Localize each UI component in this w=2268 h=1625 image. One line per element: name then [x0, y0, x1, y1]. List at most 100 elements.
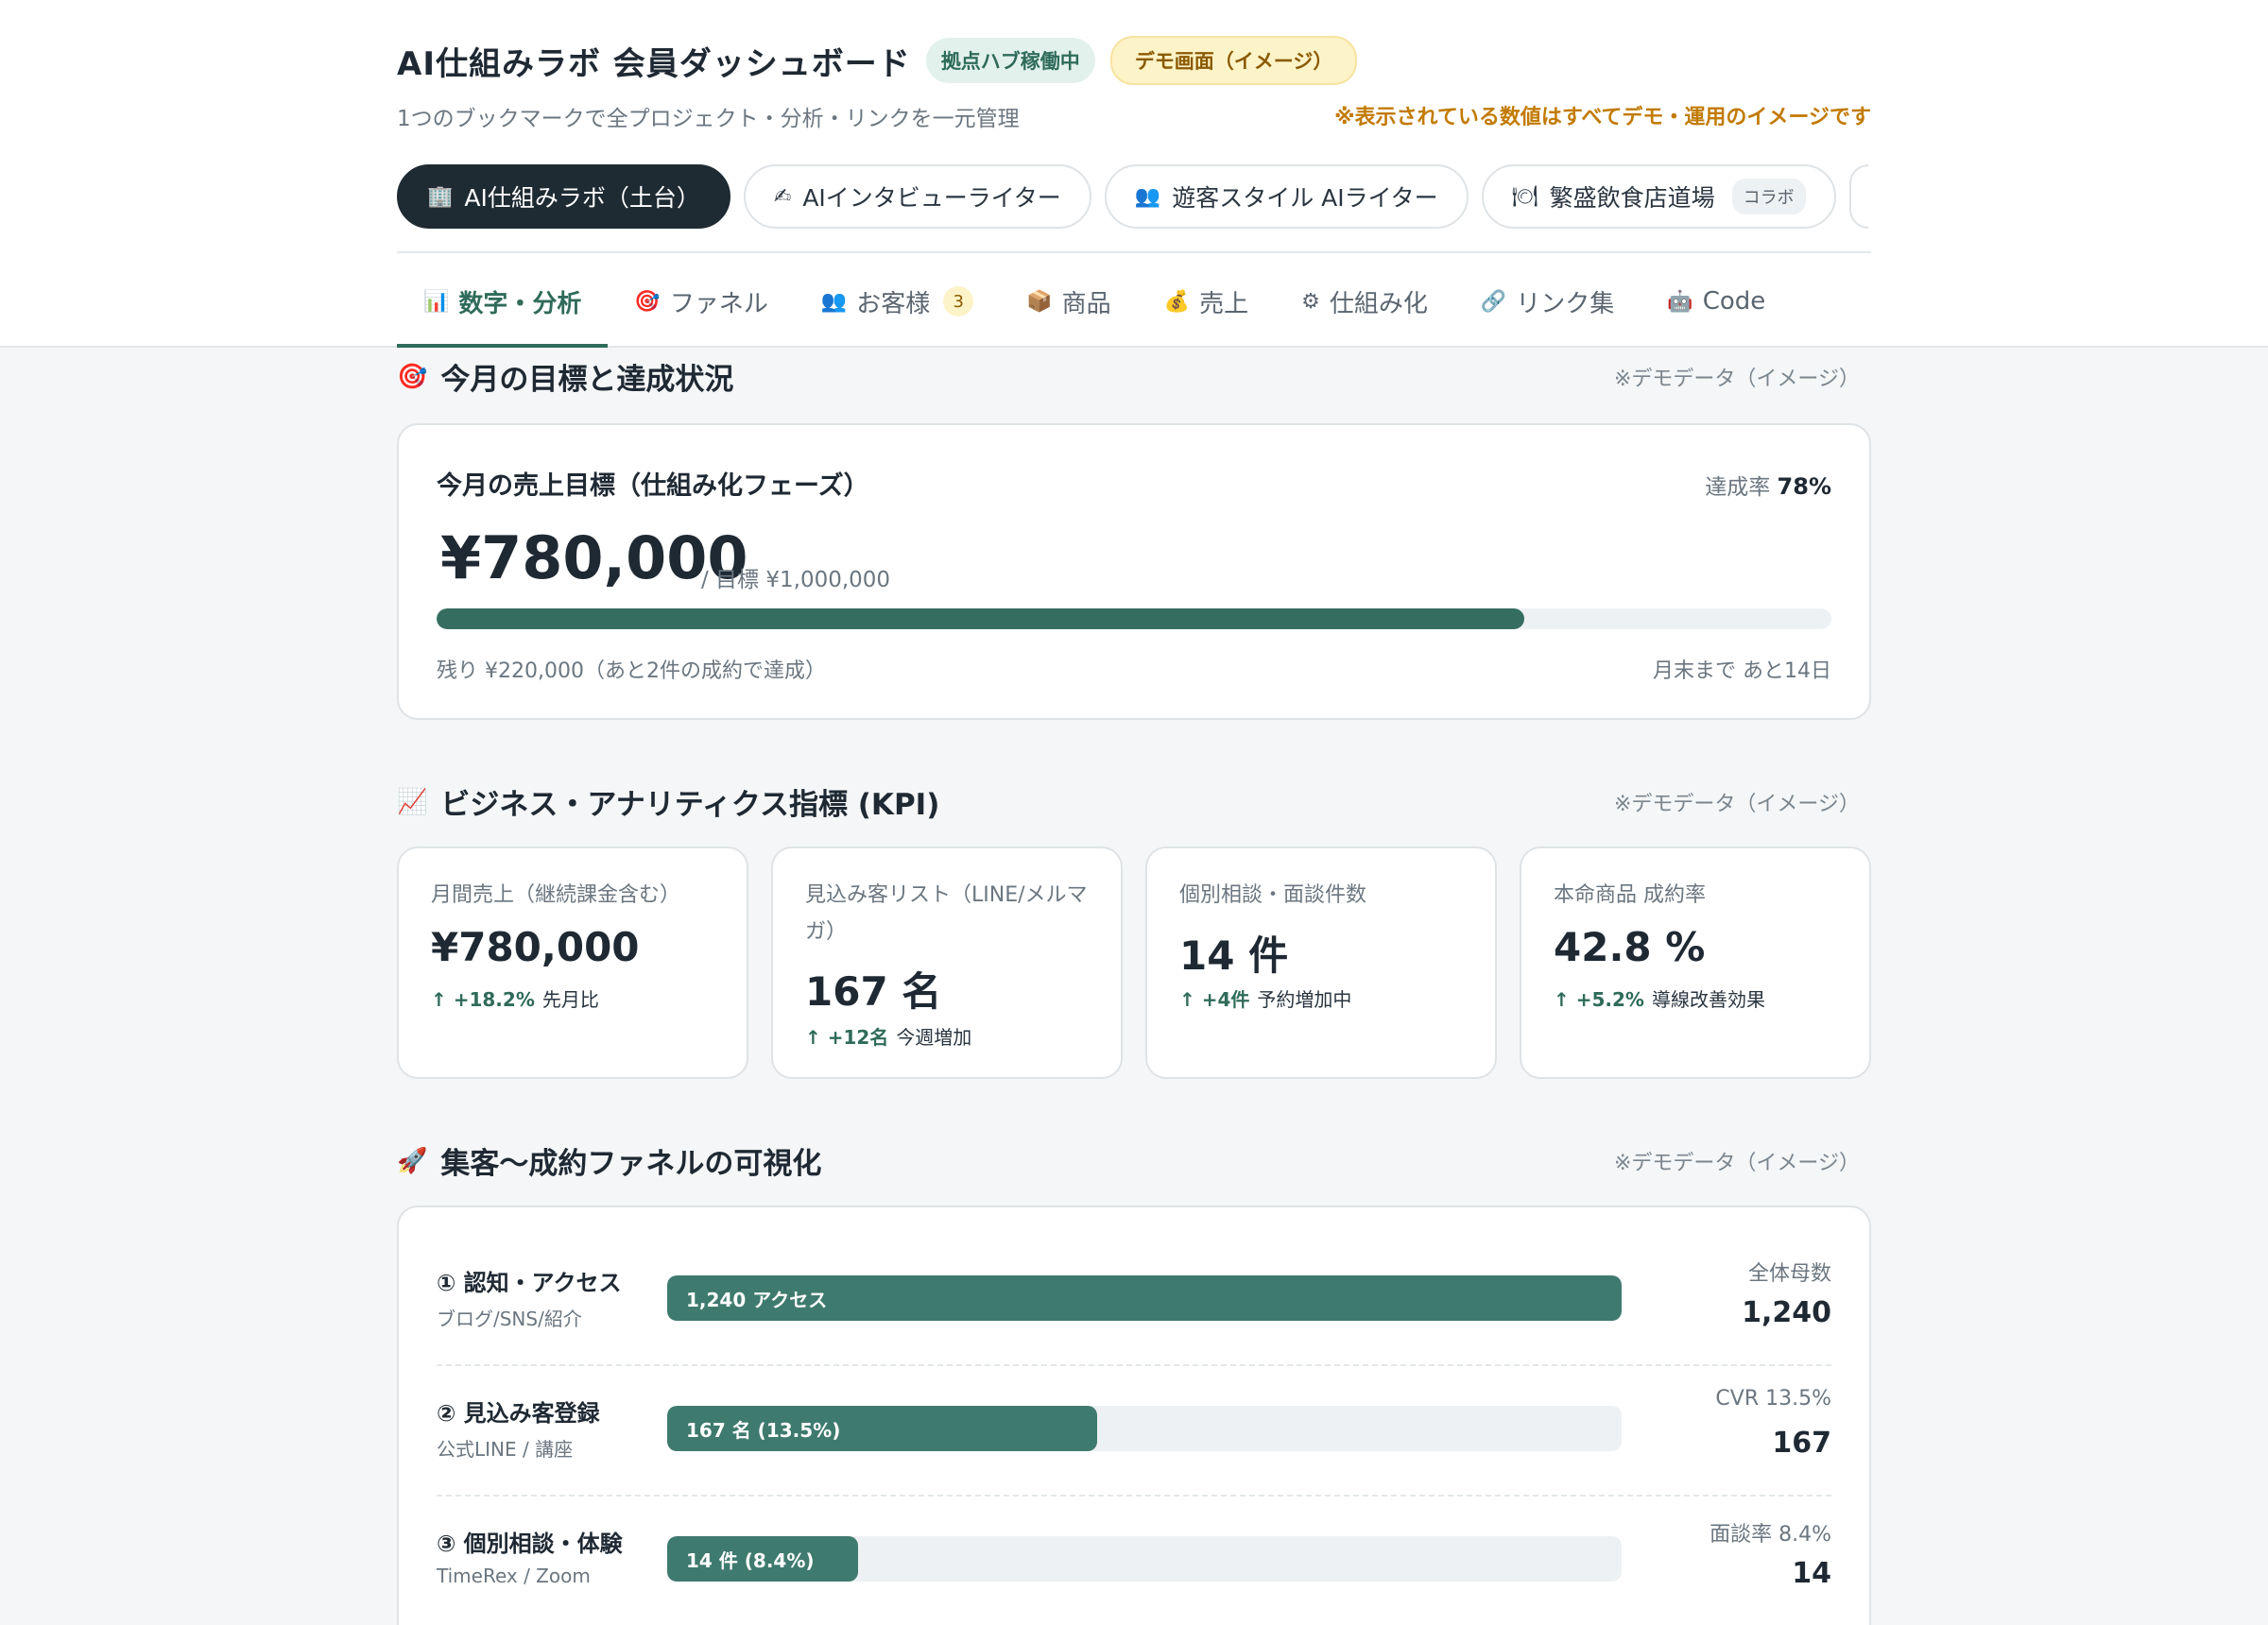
chart-increasing-icon: 📈 — [397, 787, 428, 816]
kpi-section-header: 📈 ビジネス・アナリティクス指標 (KPI) ※デモデータ（イメージ） — [397, 780, 1871, 823]
demo-data-note: ※デモデータ（イメージ） — [1614, 1151, 1860, 1175]
goal-progress-bar — [437, 608, 1831, 629]
tab-sales[interactable]: 💰 売上 — [1138, 255, 1275, 348]
achievement-rate: 達成率 78% — [1705, 469, 1831, 501]
demo-notice: ※表示されている数値はすべてデモ・運用のイメージです — [1334, 106, 1871, 129]
project-tab-label: 遊客スタイル AIライター — [1172, 184, 1438, 212]
achievement-rate-value: 78% — [1777, 473, 1831, 500]
demo-data-note: ※デモデータ（イメージ） — [1614, 792, 1860, 816]
collab-badge: コラボ — [1731, 179, 1806, 214]
project-tab-yukaku-writer[interactable]: 👥 遊客スタイル AIライター — [1104, 164, 1469, 229]
tab-label: お客様 — [856, 289, 931, 318]
customer-count-badge: 3 — [943, 286, 974, 316]
kpi-card-leads: 見込み客リスト（LINE/メルマガ） 167 名 ↑ +12名 今週増加 — [771, 847, 1123, 1079]
funnel-bar-fill: 14 件 (8.4%) — [667, 1536, 858, 1582]
target-icon: 🎯 — [634, 289, 661, 314]
robot-icon: 🤖 — [1667, 289, 1693, 314]
package-icon: 📦 — [1026, 289, 1053, 314]
kpi-card-conversion-rate: 本命商品 成約率 42.8 % ↑ +5.2% 導線改善効果 — [1520, 847, 1871, 1079]
kpi-label: 本命商品 成約率 — [1554, 883, 1706, 907]
funnel-stage-name: ② 見込み客登録 — [437, 1400, 600, 1427]
writing-hand-icon: ✍ — [773, 184, 792, 209]
tab-links[interactable]: 🔗 リンク集 — [1454, 255, 1641, 348]
link-icon: 🔗 — [1480, 289, 1507, 314]
tab-systemization[interactable]: ⚙ 仕組み化 — [1275, 255, 1454, 348]
section-tabs: 📊 数字・分析 🎯 ファネル 👥 お客様 3 📦 商品 💰 売上 ⚙ 仕組み化 … — [397, 255, 1871, 348]
kpi-value: 167 名 — [805, 968, 942, 1015]
project-tab-more[interactable] — [1848, 164, 1868, 229]
tab-label: ファネル — [669, 289, 768, 318]
people-icon: 👥 — [820, 289, 848, 314]
remaining-amount: 残り ¥220,000（あと2件の成約で達成） — [437, 659, 826, 683]
project-tab-restaurant-dojo[interactable]: 🍽 繁盛飲食店道場 コラボ — [1481, 164, 1836, 229]
goal-progress-fill — [437, 608, 1525, 629]
plate-cutlery-icon: 🍽 — [1511, 184, 1538, 209]
kpi-delta-value: ↑ +4件 — [1179, 988, 1250, 1011]
funnel-section-header: 🚀 集客〜成約ファネルの可視化 ※デモデータ（イメージ） — [397, 1139, 1871, 1182]
tab-label: 仕組み化 — [1329, 289, 1428, 318]
achievement-rate-label: 達成率 — [1705, 475, 1771, 500]
funnel-stage-metric-label: 面談率 8.4% — [1710, 1523, 1831, 1547]
funnel-stage-metric-label: 全体母数 — [1747, 1262, 1831, 1286]
kpi-card-monthly-sales: 月間売上（継続課金含む） ¥780,000 ↑ +18.2% 先月比 — [397, 847, 748, 1079]
office-building-icon: 🏢 — [427, 184, 454, 209]
section-title: ビジネス・アナリティクス指標 (KPI) — [440, 788, 940, 822]
demo-badge: デモ画面（イメージ） — [1109, 36, 1358, 85]
goal-card-title: 今月の売上目標（仕組み化フェーズ） — [437, 471, 869, 501]
tab-funnel[interactable]: 🎯 ファネル — [608, 255, 794, 348]
funnel-stage-source: ブログ/SNS/紹介 — [437, 1308, 582, 1330]
section-title: 今月の目標と達成状況 — [440, 363, 734, 397]
tab-analytics[interactable]: 📊 数字・分析 — [397, 255, 609, 348]
kpi-label: 個別相談・面談件数 — [1179, 883, 1367, 907]
funnel-stage-name: ① 認知・アクセス — [437, 1270, 622, 1296]
page-title: AI仕組みラボ 会員ダッシュボード — [397, 44, 911, 83]
kpi-delta-value: ↑ +18.2% — [431, 988, 535, 1011]
section-title: 集客〜成約ファネルの可視化 — [440, 1147, 822, 1181]
gear-icon: ⚙ — [1301, 289, 1320, 314]
kpi-delta: ↑ +12名 今週増加 — [805, 1022, 971, 1050]
tab-label: 売上 — [1199, 289, 1249, 318]
tab-label: 数字・分析 — [458, 289, 582, 318]
funnel-bar-track: 1,240 アクセス — [667, 1275, 1622, 1321]
funnel-stage-metric-label: CVR 13.5% — [1715, 1387, 1831, 1411]
demo-data-note: ※デモデータ（イメージ） — [1614, 367, 1860, 391]
kpi-delta-value: ↑ +5.2% — [1554, 988, 1644, 1011]
kpi-value: 42.8 % — [1554, 924, 1706, 970]
funnel-row-awareness: ① 認知・アクセス ブログ/SNS/紹介 1,240 アクセス 全体母数 1,2… — [437, 1236, 1831, 1366]
funnel-bar-fill: 167 名 (13.5%) — [667, 1406, 1097, 1451]
tab-label: Code — [1702, 287, 1766, 316]
funnel-stage-source: TimeRex / Zoom — [437, 1565, 591, 1587]
funnel-bar-fill: 1,240 アクセス — [667, 1275, 1622, 1321]
bar-chart-icon: 📊 — [423, 289, 450, 314]
tab-label: 商品 — [1061, 289, 1111, 318]
project-tab-ai-lab[interactable]: 🏢 AI仕組みラボ（土台） — [397, 164, 730, 229]
project-tab-interview-writer[interactable]: ✍ AIインタビューライター — [743, 164, 1091, 229]
funnel-stage-metric-value: 1,240 — [1742, 1296, 1831, 1329]
goal-section-header: 🎯 今月の目標と達成状況 ※デモデータ（イメージ） — [397, 355, 1871, 398]
funnel-stage-name: ③ 個別相談・体験 — [437, 1531, 623, 1557]
target-icon: 🎯 — [397, 362, 428, 391]
kpi-delta-text: 導線改善効果 — [1651, 988, 1765, 1011]
funnel-stage-source: 公式LINE / 講座 — [437, 1438, 574, 1461]
tab-label: リンク集 — [1516, 289, 1615, 318]
project-tabs: 🏢 AI仕組みラボ（土台） ✍ AIインタビューライター 👥 遊客スタイル AI… — [397, 164, 1871, 232]
tab-code[interactable]: 🤖 Code — [1641, 255, 1792, 348]
kpi-delta-value: ↑ +12名 — [805, 1026, 889, 1049]
rocket-icon: 🚀 — [397, 1146, 428, 1175]
funnel-row-consultation: ③ 個別相談・体験 TimeRex / Zoom 14 件 (8.4%) 面談率… — [437, 1497, 1831, 1625]
kpi-value: 14 件 — [1179, 932, 1289, 979]
funnel-stage-metric-value: 14 — [1792, 1557, 1831, 1590]
title-row: AI仕組みラボ 会員ダッシュボード 拠点ハブ稼働中 デモ画面（イメージ） — [397, 36, 1358, 85]
tab-products[interactable]: 📦 商品 — [1000, 255, 1137, 348]
sales-target: / 目標 ¥1,000,000 — [701, 568, 891, 592]
project-tab-label: AI仕組みラボ（土台） — [464, 184, 700, 212]
page-subtitle: 1つのブックマークで全プロジェクト・分析・リンクを一元管理 — [397, 107, 1020, 131]
hub-status-badge: 拠点ハブ稼働中 — [925, 38, 1095, 83]
kpi-delta: ↑ +18.2% 先月比 — [431, 984, 599, 1012]
kpi-delta-text: 予約増加中 — [1257, 988, 1352, 1011]
kpi-label: 見込み客リスト（LINE/メルマガ） — [805, 883, 1088, 944]
funnel-card: ① 認知・アクセス ブログ/SNS/紹介 1,240 アクセス 全体母数 1,2… — [397, 1206, 1871, 1625]
kpi-delta-text: 先月比 — [541, 988, 599, 1011]
kpi-value: ¥780,000 — [431, 924, 640, 970]
tab-customers[interactable]: 👥 お客様 3 — [795, 255, 1000, 348]
